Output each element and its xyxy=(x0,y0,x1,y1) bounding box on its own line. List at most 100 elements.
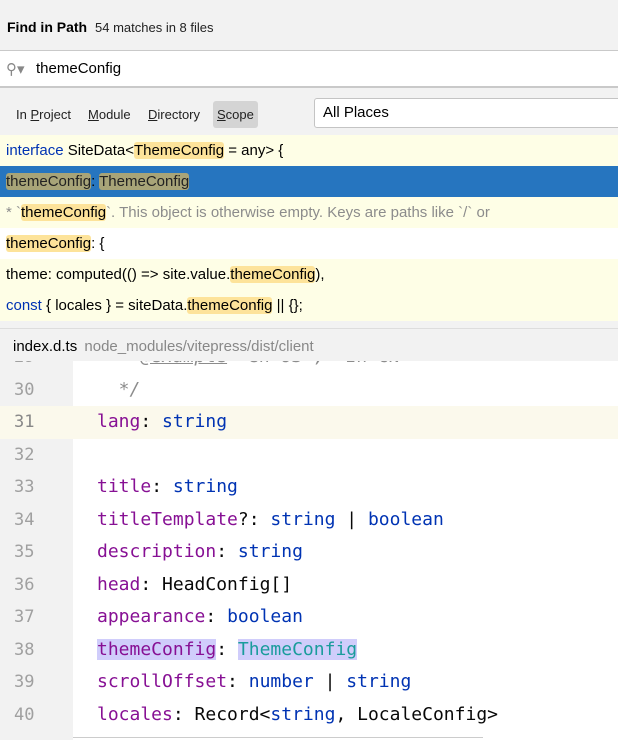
code-token: string xyxy=(172,476,238,497)
line-number: 38 xyxy=(0,633,73,666)
file-name: index.d.ts xyxy=(13,338,78,355)
code-token: appearance xyxy=(97,606,206,627)
code-token: string xyxy=(270,508,336,530)
code-token: : xyxy=(216,638,238,660)
match-highlight: themeConfig xyxy=(6,235,92,252)
result-text: : { xyxy=(91,235,105,252)
code-token: | xyxy=(313,671,347,692)
code-token: string xyxy=(270,703,336,725)
scope-bar: In Project Module Directory Scope All Place… xyxy=(0,88,618,135)
scope-dropdown[interactable]: All Places xyxy=(314,98,618,128)
line-number: 37 xyxy=(0,601,73,634)
result-text: { locales } = siteData. xyxy=(41,297,188,314)
code-line: 33 title: string xyxy=(0,471,618,504)
code-text: lang: string xyxy=(97,406,227,439)
code-token: ?: xyxy=(237,508,271,530)
match-count: 54 matches in 8 files xyxy=(95,20,214,35)
result-text: theme: computed(() => site.value. xyxy=(6,266,231,283)
code-token: ThemeConfig xyxy=(237,638,358,660)
line-number: 34 xyxy=(0,503,73,536)
code-token: : xyxy=(227,671,249,692)
code-line: 34 titleTemplate?: string | boolean xyxy=(0,503,618,537)
code-text: themeConfig: ThemeConfig xyxy=(97,634,358,667)
code-text: titleTemplate?: string | boolean xyxy=(97,504,444,537)
line-number: 33 xyxy=(0,471,73,504)
code-line: 32 xyxy=(0,438,618,471)
match-highlight: ThemeConfig xyxy=(134,142,225,159)
result-row[interactable]: * `themeConfig`. This object is otherwis… xyxy=(0,197,618,228)
code-line: 38 themeConfig: ThemeConfig xyxy=(0,633,618,667)
line-number: 36 xyxy=(0,568,73,601)
result-text: `. This object is otherwise empty. Keys … xyxy=(106,204,490,221)
search-input[interactable] xyxy=(36,60,596,77)
scope-tab-in-project[interactable]: In Project xyxy=(12,101,75,128)
result-row[interactable]: themeConfig: { xyxy=(0,228,618,259)
code-token: scrollOffset xyxy=(97,671,228,692)
code-text: head: HeadConfig[] xyxy=(97,569,292,602)
code-token: string xyxy=(162,411,228,432)
code-text: appearance: boolean xyxy=(97,601,303,634)
code-token: lang xyxy=(97,411,141,432)
scope-tab-module[interactable]: Module xyxy=(84,101,135,128)
code-line: 35 description: string xyxy=(0,536,618,569)
line-number: 29 xyxy=(0,361,73,374)
scope-tab-scope[interactable]: Scope xyxy=(213,101,258,128)
dialog-title: Find in Path xyxy=(7,19,88,35)
code-line: 36 head: HeadConfig[] xyxy=(0,568,618,602)
code-text: description: string xyxy=(97,536,303,569)
code-token: boolean xyxy=(367,508,444,530)
code-token: boolean xyxy=(227,606,303,627)
search-icon[interactable]: ⚲▾ xyxy=(0,60,30,78)
result-row[interactable]: theme: computed(() => site.value.themeCo… xyxy=(0,259,618,290)
preview-file-bar: index.d.ts node_modules/vitepress/dist/c… xyxy=(0,328,618,361)
code-token: * xyxy=(97,361,140,367)
code-text: scrollOffset: number | string xyxy=(97,666,411,699)
code-token: : xyxy=(205,606,228,627)
result-text: ), xyxy=(315,266,325,283)
match-highlight: themeConfig xyxy=(230,266,316,283)
results-list: interface SiteData<ThemeConfig = any> {t… xyxy=(0,135,618,321)
code-token: : xyxy=(151,476,173,497)
line-number: 40 xyxy=(0,698,73,731)
match-highlight: ThemeConfig xyxy=(99,173,190,190)
code-token: string xyxy=(237,541,303,562)
code-text: * @example 'en-US', 'zh-CN' xyxy=(97,361,412,374)
match-highlight: themeConfig xyxy=(21,204,107,221)
code-token: , LocaleConfig> xyxy=(335,703,498,725)
code-token: locales xyxy=(97,703,173,725)
result-row[interactable]: themeConfig: ThemeConfig xyxy=(0,166,618,197)
code-token: title xyxy=(97,476,152,497)
dialog-header: Find in Path 54 matches in 8 files xyxy=(0,0,618,50)
result-row[interactable]: const { locales } = siteData.themeConfig… xyxy=(0,290,618,321)
line-number: 32 xyxy=(0,438,73,471)
result-text: const xyxy=(6,297,42,314)
code-token: | xyxy=(335,508,368,530)
code-line: 31 lang: string xyxy=(0,406,618,439)
result-text: * ` xyxy=(6,204,21,221)
file-path: node_modules/vitepress/dist/client xyxy=(84,338,314,355)
code-line: 40 locales: Record<string, LocaleConfig> xyxy=(0,698,618,731)
result-row[interactable]: interface SiteData<ThemeConfig = any> { xyxy=(0,135,618,166)
code-token: string xyxy=(346,671,412,692)
line-number: 35 xyxy=(0,536,73,569)
match-highlight: themeConfig xyxy=(6,173,92,190)
result-text: : xyxy=(91,173,100,190)
line-number: 30 xyxy=(0,373,73,406)
line-number: 31 xyxy=(0,406,73,439)
search-bar: ⚲▾ xyxy=(0,50,618,88)
scope-tab-directory[interactable]: Directory xyxy=(144,101,204,128)
result-text: SiteData< xyxy=(63,142,135,159)
code-token: number xyxy=(248,671,314,692)
code-token: : Record< xyxy=(172,703,271,725)
code-token: */ xyxy=(97,378,141,400)
result-text: = any> { xyxy=(224,142,284,159)
code-token: 'en-US', 'zh-CN' xyxy=(227,361,411,367)
code-text: title: string xyxy=(97,471,238,504)
code-token: : xyxy=(216,541,238,562)
code-line: 37 appearance: boolean xyxy=(0,601,618,634)
code-line: 30 */ xyxy=(0,373,618,406)
code-line: 39 scrollOffset: number | string xyxy=(0,666,618,699)
code-preview[interactable]: 29 * @example 'en-US', 'zh-CN'30 */31lan… xyxy=(0,361,618,740)
code-token: : xyxy=(140,411,163,432)
result-text: || {}; xyxy=(272,297,303,314)
